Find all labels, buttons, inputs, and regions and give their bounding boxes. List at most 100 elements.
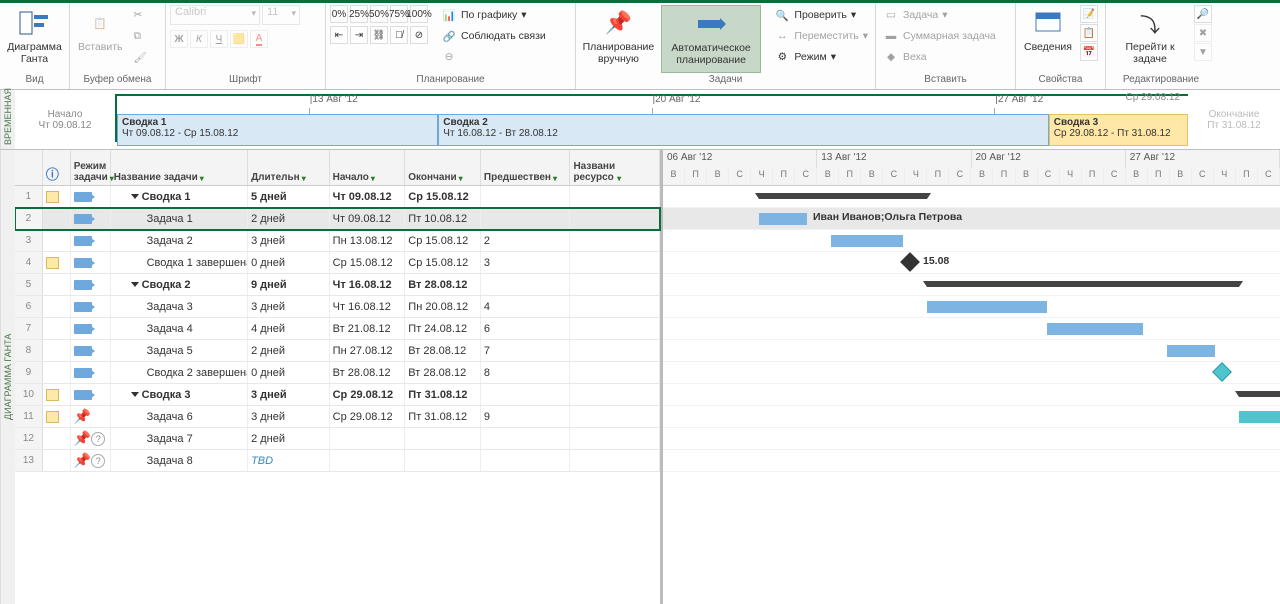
cell[interactable] — [405, 428, 481, 449]
cell[interactable] — [43, 406, 71, 427]
cell[interactable]: Сводка 1 завершена — [111, 252, 248, 273]
cell[interactable] — [43, 428, 71, 449]
cell[interactable] — [43, 208, 71, 229]
column-header[interactable] — [15, 150, 43, 185]
mode-button[interactable]: ⚙Режим ▾ — [771, 47, 871, 67]
unlink-button[interactable]: ⛓̸ — [390, 26, 408, 44]
copy-button[interactable]: ⧉ — [131, 26, 150, 46]
fontcolor-button[interactable]: A — [250, 30, 268, 48]
cell[interactable]: 2 дней — [248, 208, 330, 229]
cell[interactable]: Чт 16.08.12 — [330, 296, 406, 317]
pct-25[interactable]: 25% — [350, 5, 368, 23]
gantt-row[interactable]: 15.08 — [663, 252, 1280, 274]
cell[interactable]: 📌 — [71, 406, 111, 427]
cell[interactable] — [43, 252, 71, 273]
column-header[interactable]: Предшествен▾ — [481, 150, 571, 185]
cell[interactable] — [570, 186, 660, 207]
cell[interactable]: Ср 29.08.12 — [330, 384, 406, 405]
table-row[interactable]: 4Сводка 1 завершена0 днейСр 15.08.12Ср 1… — [15, 252, 660, 274]
cell[interactable]: Пн 20.08.12 — [405, 296, 481, 317]
gantt-task-bar[interactable] — [759, 213, 807, 225]
gantt-task-bar[interactable] — [1047, 323, 1143, 335]
bold-button[interactable]: Ж — [170, 30, 188, 48]
gantt-task-bar[interactable] — [1239, 411, 1280, 423]
cell[interactable]: Чт 09.08.12 — [330, 186, 406, 207]
cell[interactable]: Вт 28.08.12 — [405, 362, 481, 383]
cell[interactable] — [481, 186, 571, 207]
scroll-to-task-button[interactable]: ⤵ Перейти к задаче — [1110, 5, 1190, 73]
cell[interactable] — [481, 450, 571, 471]
cell[interactable]: 0 дней — [248, 252, 330, 273]
cell[interactable]: Задача 5 — [111, 340, 248, 361]
gantt-row[interactable] — [663, 230, 1280, 252]
cell[interactable] — [570, 230, 660, 251]
cell[interactable] — [570, 384, 660, 405]
cell[interactable] — [71, 252, 111, 273]
cell[interactable] — [43, 362, 71, 383]
cell[interactable] — [71, 296, 111, 317]
underline-button[interactable]: Ч — [210, 30, 228, 48]
table-row[interactable]: 8Задача 52 днейПн 27.08.12Вт 28.08.127 — [15, 340, 660, 362]
cell[interactable]: Сводка 2 — [111, 274, 248, 295]
cell[interactable]: Чт 09.08.12 — [330, 208, 406, 229]
cell[interactable] — [570, 252, 660, 273]
cell[interactable]: Ср 15.08.12 — [330, 252, 406, 273]
cell[interactable]: Задача 4 — [111, 318, 248, 339]
gantt-row[interactable]: Иван Иванов;Ольга Петрова — [663, 208, 1280, 230]
column-header[interactable]: ⓘ — [43, 150, 71, 185]
font-size-combo[interactable]: 11 — [262, 5, 300, 25]
column-header[interactable]: Начало▾ — [330, 150, 406, 185]
manual-schedule-button[interactable]: 📌 Планирование вручную — [580, 5, 657, 73]
table-row[interactable]: 3Задача 23 днейПн 13.08.12Ср 15.08.122 — [15, 230, 660, 252]
pct-100[interactable]: 100% — [410, 5, 428, 23]
cell[interactable]: 2 — [481, 230, 571, 251]
cell[interactable] — [330, 428, 406, 449]
cell[interactable]: 9 — [15, 362, 43, 383]
gantt-row[interactable] — [663, 406, 1280, 428]
collapse-icon[interactable] — [131, 392, 139, 397]
cell[interactable]: Вт 28.08.12 — [405, 340, 481, 361]
cell[interactable] — [481, 428, 571, 449]
cell[interactable] — [43, 296, 71, 317]
timeline-segment[interactable]: Сводка 1Чт 09.08.12 - Ср 15.08.12 — [117, 114, 438, 146]
gantt-row[interactable] — [663, 318, 1280, 340]
cut-button[interactable]: ✂ — [131, 5, 150, 25]
cell[interactable]: Ср 29.08.12 — [330, 406, 406, 427]
cell[interactable]: 3 — [481, 252, 571, 273]
cell[interactable] — [71, 230, 111, 251]
cell[interactable] — [570, 296, 660, 317]
cell[interactable]: Задача 8 — [111, 450, 248, 471]
cell[interactable]: 12 — [15, 428, 43, 449]
milestone-insert-button[interactable]: ◆Веха — [880, 47, 1011, 67]
cell[interactable]: 10 — [15, 384, 43, 405]
table-row[interactable]: 11📌Задача 63 днейСр 29.08.12Пт 31.08.129 — [15, 406, 660, 428]
collapse-icon[interactable] — [131, 282, 139, 287]
cell[interactable]: Пт 31.08.12 — [405, 406, 481, 427]
gantt-task-bar[interactable] — [927, 301, 1047, 313]
cell[interactable] — [481, 274, 571, 295]
italic-button[interactable]: К — [190, 30, 208, 48]
table-row[interactable]: 6Задача 33 днейЧт 16.08.12Пн 20.08.124 — [15, 296, 660, 318]
cell[interactable]: Ср 15.08.12 — [405, 230, 481, 251]
gantt-row[interactable] — [663, 296, 1280, 318]
split-button[interactable]: ⊘ — [410, 26, 428, 44]
cell[interactable]: Задача 6 — [111, 406, 248, 427]
gantt-row[interactable] — [663, 340, 1280, 362]
gantt-row[interactable] — [663, 362, 1280, 384]
table-row[interactable]: 10Сводка 33 днейСр 29.08.12Пт 31.08.12 — [15, 384, 660, 406]
inspect-button[interactable]: 🔍Проверить ▾ — [771, 5, 871, 25]
collapse-icon[interactable] — [131, 194, 139, 199]
details-button[interactable]: 📋 — [1080, 24, 1098, 42]
timeline-button[interactable]: 📅 — [1080, 43, 1098, 61]
summary-insert-button[interactable]: ▬Суммарная задача — [880, 26, 1011, 46]
gantt-milestone[interactable] — [900, 252, 920, 272]
cell[interactable] — [570, 450, 660, 471]
cell[interactable]: 9 дней — [248, 274, 330, 295]
cell[interactable] — [43, 384, 71, 405]
find-button[interactable]: 🔎 — [1194, 5, 1212, 23]
link-button[interactable]: ⛓ — [370, 26, 388, 44]
inactivate-button[interactable]: ⊖ — [438, 47, 549, 67]
cell[interactable]: 1 — [15, 186, 43, 207]
clear-button[interactable]: ✖ — [1194, 24, 1212, 42]
cell[interactable]: Ср 15.08.12 — [405, 186, 481, 207]
